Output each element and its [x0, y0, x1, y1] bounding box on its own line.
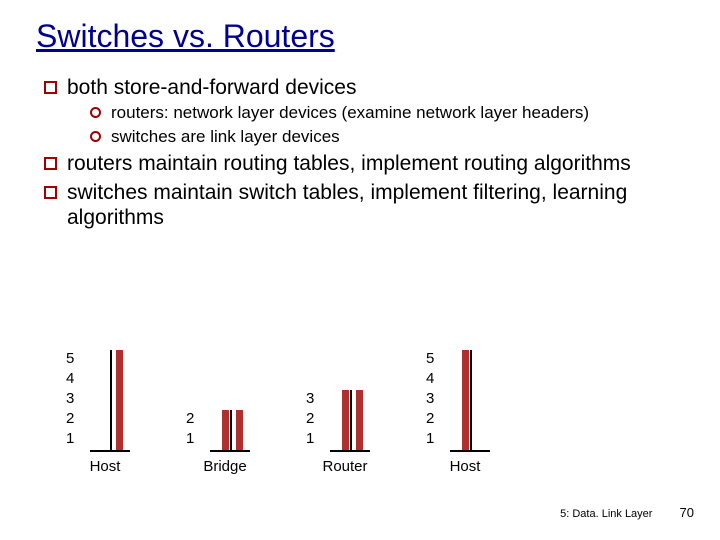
base-line-icon	[90, 450, 130, 452]
square-bullet-icon	[44, 157, 57, 170]
protocol-stack-diagram: 5 4 3 2 1 Host 2 1 Bridge 3 2 1 Router	[60, 350, 540, 480]
layer-bar-icon	[356, 390, 363, 450]
layer-bar-icon	[222, 410, 229, 450]
bullet-text: routers: network layer devices (examine …	[111, 103, 589, 123]
square-bullet-icon	[44, 186, 57, 199]
layer-bar-icon	[116, 350, 123, 450]
base-line-icon	[450, 450, 490, 452]
slide-footer: 5: Data. Link Layer 70	[560, 505, 694, 520]
stack-label: Bridge	[180, 458, 270, 475]
page-title: Switches vs. Routers	[0, 0, 720, 55]
stack-label: Host	[420, 458, 510, 475]
chapter-label: 5: Data. Link Layer	[560, 508, 652, 520]
slide-body: both store-and-forward devices routers: …	[0, 55, 720, 231]
bullet-text: routers maintain routing tables, impleme…	[67, 151, 631, 176]
stack-line-icon	[470, 350, 472, 450]
page-number: 70	[680, 505, 694, 520]
bullet-3: switches maintain switch tables, impleme…	[44, 180, 680, 230]
stack-label: Host	[60, 458, 150, 475]
stack-line-icon	[230, 410, 232, 450]
circle-bullet-icon	[90, 107, 101, 118]
stack-line-icon	[350, 390, 352, 450]
layer-bar-icon	[236, 410, 243, 450]
base-line-icon	[210, 450, 250, 452]
bullet-1b: switches are link layer devices	[90, 127, 680, 147]
bullet-1: both store-and-forward devices	[44, 75, 680, 100]
bullet-text: switches maintain switch tables, impleme…	[67, 180, 680, 230]
stack-host-left: 5 4 3 2 1 Host	[60, 350, 150, 480]
stack-line-icon	[110, 350, 112, 450]
stack-router: 3 2 1 Router	[300, 350, 390, 480]
stack-host-right: 5 4 3 2 1 Host	[420, 350, 510, 480]
bullet-2: routers maintain routing tables, impleme…	[44, 151, 680, 176]
layer-bar-icon	[462, 350, 469, 450]
base-line-icon	[330, 450, 370, 452]
bullet-1a: routers: network layer devices (examine …	[90, 103, 680, 123]
stack-label: Router	[300, 458, 390, 475]
square-bullet-icon	[44, 81, 57, 94]
layer-bar-icon	[342, 390, 349, 450]
bullet-text: switches are link layer devices	[111, 127, 340, 147]
bullet-text: both store-and-forward devices	[67, 75, 356, 100]
stack-bridge: 2 1 Bridge	[180, 350, 270, 480]
circle-bullet-icon	[90, 131, 101, 142]
